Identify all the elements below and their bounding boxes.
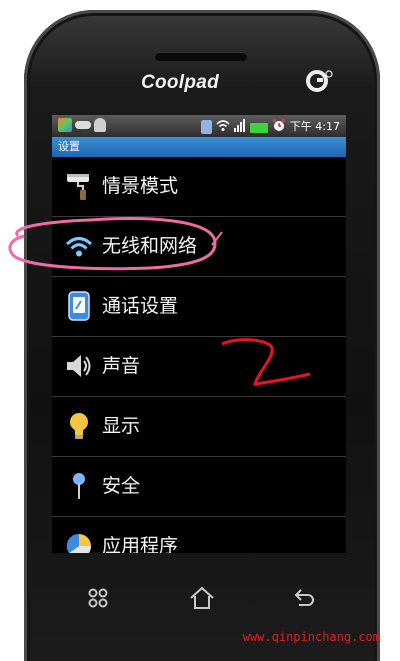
settings-item-call-settings[interactable]: 通话设置: [52, 277, 346, 337]
page-title: 设置: [52, 137, 346, 157]
status-bar: 下午 4:17: [52, 115, 346, 137]
settings-item-security[interactable]: 安全: [52, 457, 346, 517]
usb-icon: [75, 121, 91, 129]
settings-item-label: 情景模式: [102, 175, 179, 197]
settings-item-label: 显示: [102, 415, 141, 437]
carrier-logo-icon: [304, 66, 334, 96]
watermark-text: www.qinpinchang.com: [242, 630, 380, 644]
back-key-icon[interactable]: [293, 586, 317, 615]
sim-icon: [200, 119, 212, 134]
settings-item-applications[interactable]: 应用程序: [52, 517, 346, 553]
settings-item-label: 无线和网络: [102, 235, 198, 257]
phone-call-icon: [64, 291, 94, 321]
battery-icon: [249, 122, 268, 133]
settings-item-label: 声音: [102, 355, 141, 377]
earpiece: [155, 52, 247, 61]
gallery-notification-icon: [58, 118, 72, 132]
speaker-icon: [64, 351, 94, 381]
signal-icon: [233, 118, 246, 135]
settings-item-label: 安全: [102, 475, 141, 497]
lightbulb-icon: [64, 411, 94, 441]
wifi-icon: [64, 231, 94, 261]
brand-logo: Coolpad: [140, 72, 220, 93]
screenshot: Coolpad 下午 4:17 设置 情景模式 无线和网络 通话设置 声音 显示…: [0, 0, 400, 661]
settings-item-label: 应用程序: [102, 535, 179, 553]
home-key-icon[interactable]: [189, 586, 215, 615]
settings-item-wireless[interactable]: 无线和网络: [52, 217, 346, 277]
paint-roller-icon: [64, 171, 94, 201]
menu-key-icon[interactable]: [86, 586, 110, 615]
alarm-icon: [272, 118, 286, 135]
android-debug-icon: [94, 118, 106, 132]
settings-list: 情景模式 无线和网络 通话设置 声音 显示 安全 应用程序: [52, 157, 346, 553]
phone-screen: 下午 4:17 设置 情景模式 无线和网络 通话设置 声音 显示 安全 应用程序: [52, 115, 346, 553]
settings-item-label: 通话设置: [102, 295, 179, 317]
status-time: 下午 4:17: [289, 120, 340, 133]
step-number-text: 2: [0, 0, 1, 1]
settings-item-profiles[interactable]: 情景模式: [52, 157, 346, 217]
settings-item-sound[interactable]: 声音: [52, 337, 346, 397]
settings-item-display[interactable]: 显示: [52, 397, 346, 457]
wifi-status-icon: [216, 118, 230, 135]
pin-icon: [64, 471, 94, 501]
app-pie-icon: [64, 531, 94, 553]
